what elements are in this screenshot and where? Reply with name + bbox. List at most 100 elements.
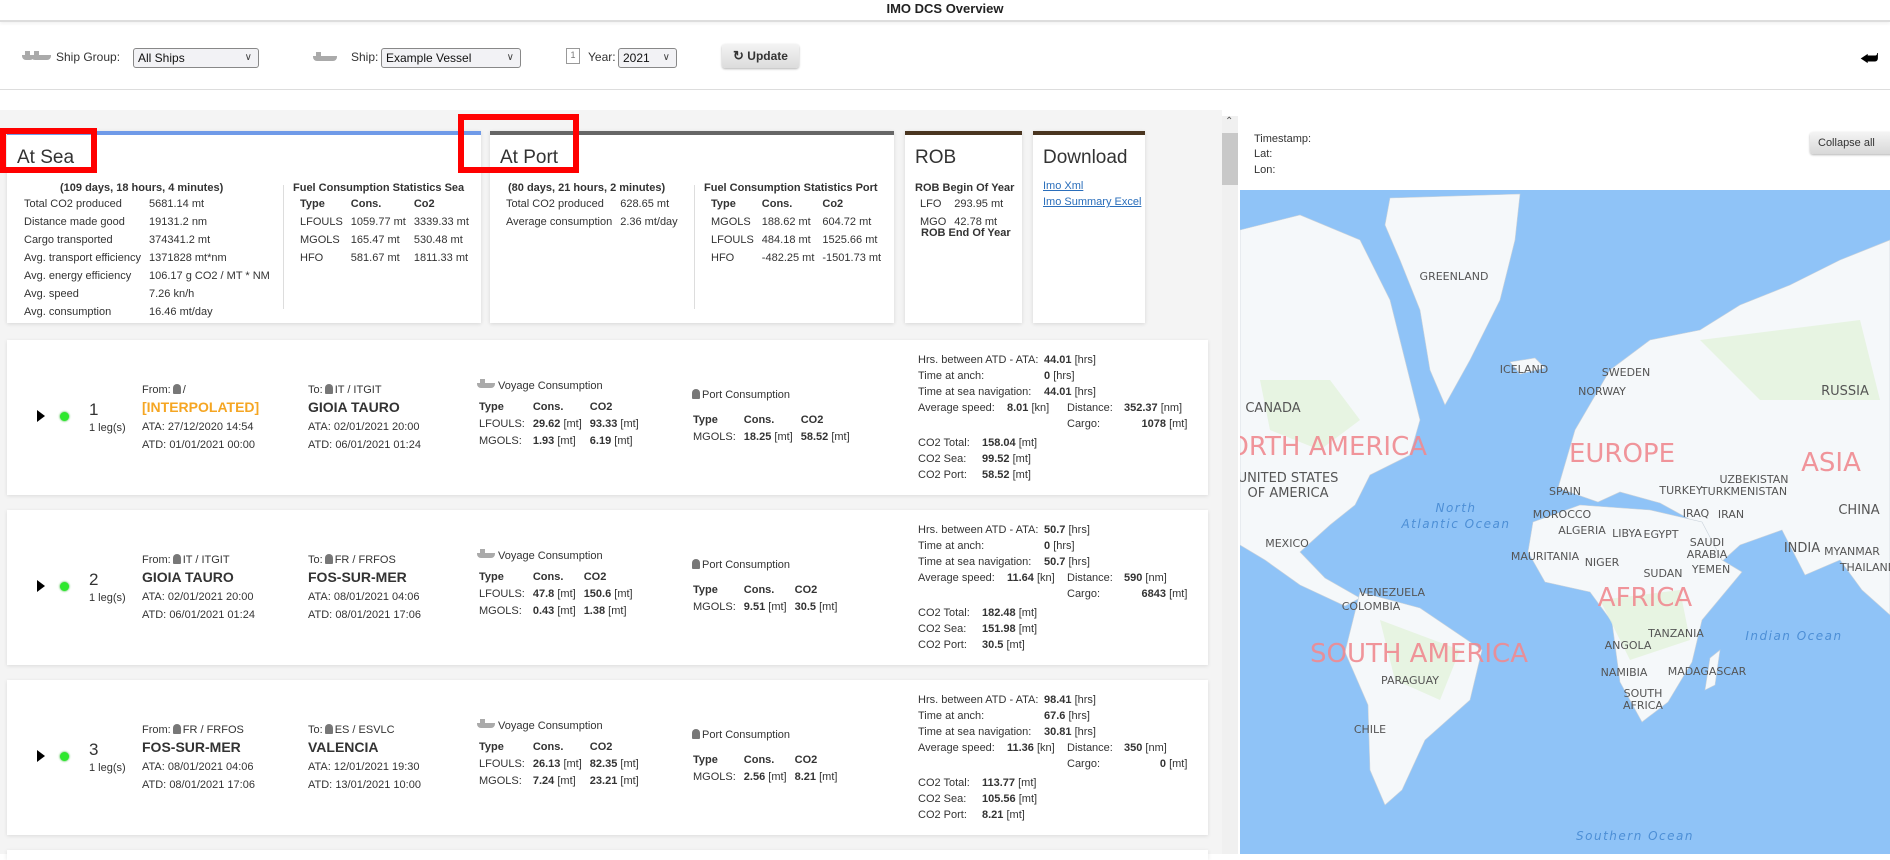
- port-consumption-header: Port Consumption: [690, 389, 790, 401]
- expand-triangle-icon[interactable]: [37, 410, 45, 422]
- time-anch-label: Time at anch:: [918, 710, 985, 722]
- imo-summary-excel-link[interactable]: Imo Summary Excel: [1043, 196, 1141, 208]
- collapse-all-button[interactable]: Collapse all: [1810, 132, 1890, 154]
- unit: [mt]: [557, 775, 576, 787]
- fuel-cell: LFOULS: [300, 216, 343, 228]
- voyage-consumption-row: LFOULS: 47.8 [mt] 150.6 [mt]: [479, 587, 639, 602]
- rob-end-label: ROB End Of Year: [921, 227, 1011, 239]
- time-anch-value: 0: [1044, 540, 1051, 552]
- expand-triangle-icon[interactable]: [37, 580, 45, 592]
- co2-sea-value-wrap: 105.56 [mt]: [982, 793, 1037, 805]
- avg-speed-unit: [kn]: [1036, 572, 1055, 584]
- port-consumption-table: Type Cons. CO2 MGOLS: 2.56 [mt] 8.21 [mt]: [691, 751, 845, 787]
- map-label: ALGERIA: [1558, 524, 1606, 537]
- update-button[interactable]: ↻ Update: [722, 44, 799, 68]
- column-header: Cons.: [743, 754, 775, 766]
- fuel-cell: MGOLS: [300, 234, 340, 246]
- column-header: Cons.: [743, 414, 775, 426]
- map-continent-label: ASIA: [1801, 448, 1861, 478]
- port-icon: [324, 724, 333, 734]
- cargo-label: Cargo:: [1067, 418, 1101, 430]
- avg-speed-label: Average speed:: [918, 402, 995, 414]
- to-header: To: FR / FRFOS: [308, 554, 396, 566]
- avg-speed-line: Average speed:: [918, 402, 995, 414]
- download-title: Download: [1043, 147, 1128, 168]
- voyage-number-wrap: 2: [89, 570, 98, 590]
- atd-label: ATD:: [308, 779, 333, 791]
- stat-row: Avg. consumption 16.46 mt/day: [24, 304, 276, 320]
- fuel-cell: HFO: [300, 252, 324, 264]
- co2-sea-label: CO2 Sea:: [918, 453, 967, 465]
- map[interactable]: GREENLAND ICELAND SWEDEN NORWAY RUSSIA C…: [1209, 190, 1890, 854]
- timestamp-label: Timestamp:: [1254, 133, 1312, 145]
- fuel-row: LFOULS 1059.77 mt 3339.33 mt: [300, 214, 475, 230]
- co2-value: 6.19: [589, 435, 612, 447]
- co2-total-value-wrap: 182.48 [mt]: [982, 607, 1037, 619]
- atd-label: ATD:: [142, 779, 167, 791]
- time-anch-label: Time at anch:: [918, 370, 985, 382]
- fuel-row: LFOULS 484.18 mt 1525.66 mt: [711, 232, 887, 248]
- ship-group-select[interactable]: All Ships ∨: [133, 48, 259, 68]
- chevron-down-icon: ∨: [506, 52, 514, 63]
- co2-port-line: CO2 Port:: [918, 639, 967, 651]
- map-label: SPAIN: [1549, 485, 1581, 498]
- land-masses: [1239, 193, 1890, 806]
- ata-label: ATA:: [308, 591, 331, 603]
- scroll-up-icon[interactable]: ⌃: [1225, 116, 1233, 127]
- scrollbar[interactable]: ⌃: [1222, 116, 1238, 854]
- column-header: Type: [479, 401, 504, 413]
- time-sea-label: Time at sea navigation:: [918, 386, 1032, 398]
- voyage-row[interactable]: 3 1 leg(s) From: FR / FRFOS FOS-SUR-MER ATA: …: [7, 680, 1208, 835]
- co2-total-label: CO2 Total:: [918, 437, 970, 449]
- map-label: ICELAND: [1500, 363, 1548, 376]
- back-arrow-icon[interactable]: ⮨: [1860, 48, 1879, 71]
- stat-label: Avg. energy efficiency: [24, 270, 132, 282]
- to-label: To:: [308, 554, 323, 566]
- to-atd-line: ATD: 13/01/2021 10:00: [308, 779, 421, 791]
- unit: [mt]: [831, 431, 850, 443]
- fuel-type: LFOULS:: [479, 758, 525, 770]
- map-label: COLOMBIA: [1342, 600, 1401, 613]
- ship-select[interactable]: Example Vessel ∨: [381, 48, 521, 68]
- imo-xml-link[interactable]: Imo Xml: [1043, 180, 1083, 192]
- distance-value: 350: [1124, 742, 1143, 754]
- ship-icon: [313, 52, 340, 65]
- voyage-number-wrap: 1: [89, 400, 98, 420]
- cons-value: 7.24: [532, 775, 555, 787]
- south-america-shape: [1344, 591, 1483, 806]
- time-sea-line: Time at sea navigation:: [918, 386, 1031, 398]
- voyage-row[interactable]: 1 1 leg(s) From: / [INTERPOLATED] ATA: 27/12/…: [7, 340, 1208, 495]
- stat-row: Avg. transport efficiency 1371828 mt*nm: [24, 250, 276, 266]
- voyage-row[interactable]: 2 1 leg(s) From: IT / ITGIT GIOIA TAURO ATA: …: [7, 510, 1208, 665]
- voyage-row-partial: [7, 850, 1208, 860]
- map-continent-label: SOUTH AMERICA: [1310, 639, 1528, 669]
- cons-value: 2.56: [743, 771, 766, 783]
- from-atd-line: ATD: 01/01/2021 00:00: [142, 439, 255, 451]
- hrs-between-label: Hrs. between ATD - ATA:: [918, 524, 1039, 536]
- scrollbar-thumb[interactable]: [1222, 133, 1238, 185]
- port-consumption-header: Port Consumption: [690, 559, 790, 571]
- unit: [mt]: [557, 588, 576, 600]
- fuel-cell: 581.67 mt: [350, 252, 400, 264]
- cargo-value-wrap: 6843 [mt]: [1124, 588, 1188, 600]
- cargo-label: Cargo:: [1067, 758, 1101, 770]
- stat-row: Average consumption 2.36 mt/day: [506, 214, 684, 230]
- ship-value: Example Vessel: [386, 51, 472, 65]
- fuel-cell: 3339.33 mt: [413, 216, 469, 228]
- co2-sea-unit: [mt]: [1018, 793, 1038, 805]
- time-sea-value-wrap: 44.01 [hrs]: [1044, 386, 1096, 398]
- co2-sea-unit: [mt]: [1012, 453, 1031, 465]
- stat-value: 7.26 kn/h: [149, 288, 195, 300]
- map-label: ANGOLA: [1605, 639, 1652, 652]
- co2-value: 82.35: [589, 758, 618, 770]
- to-atd: 13/01/2021 10:00: [335, 779, 421, 791]
- year-select[interactable]: 2021 ∨: [618, 48, 677, 68]
- from-header: From: IT / ITGIT: [142, 554, 230, 566]
- time-anch-line: Time at anch:: [918, 710, 984, 722]
- avg-speed-value-wrap: 11.64 [kn]: [1007, 572, 1055, 584]
- cargo-value-wrap: 1078 [mt]: [1124, 418, 1188, 430]
- co2-sea-value-wrap: 99.52 [mt]: [982, 453, 1031, 465]
- co2-total-unit: [mt]: [1018, 607, 1038, 619]
- to-ata-line: ATA: 02/01/2021 20:00: [308, 421, 420, 433]
- expand-triangle-icon[interactable]: [37, 750, 45, 762]
